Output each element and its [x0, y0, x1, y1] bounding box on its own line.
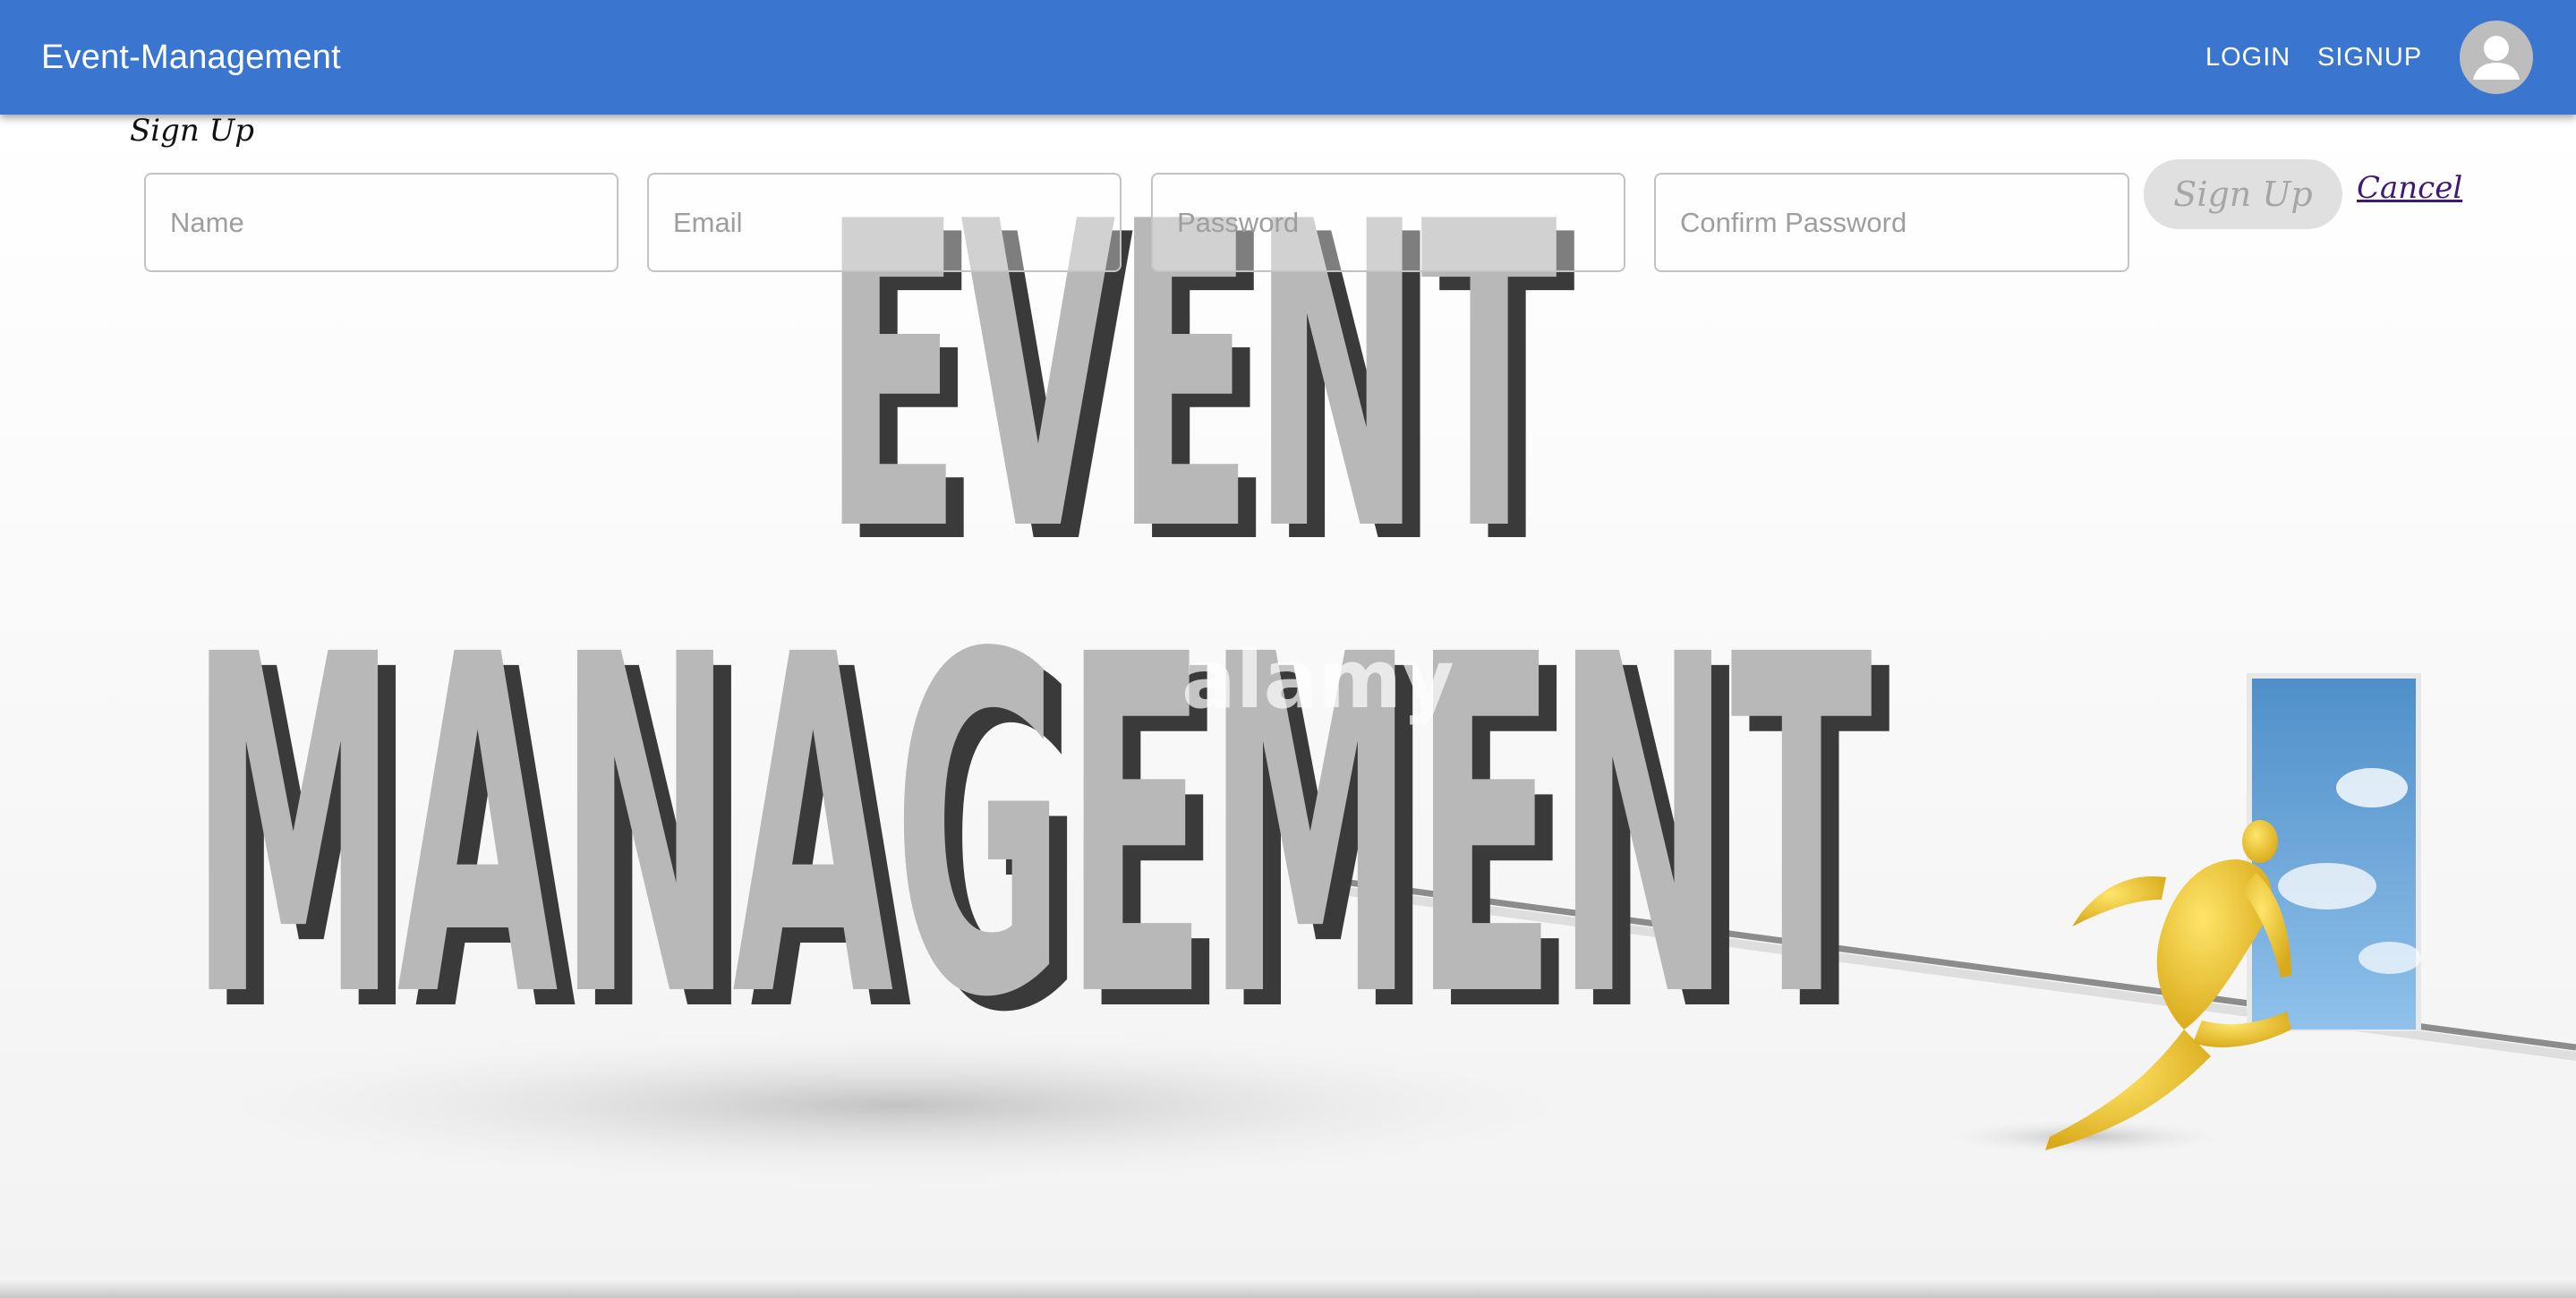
signup-nav-button[interactable]: SIGNUP — [2317, 39, 2422, 75]
name-input[interactable] — [146, 175, 617, 270]
avatar-button[interactable] — [2460, 21, 2533, 94]
password-input[interactable] — [1153, 175, 1624, 270]
headline-line2: MANAGEMENT — [190, 557, 1873, 1099]
app-bar: Event-Management LOGIN SIGNUP — [0, 0, 2576, 115]
name-field — [144, 173, 618, 272]
email-input[interactable] — [649, 175, 1120, 270]
confirm-password-input[interactable] — [1656, 175, 2128, 270]
email-field — [647, 173, 1122, 272]
bottom-edge-shadow — [0, 1280, 2576, 1298]
form-title: Sign Up — [130, 113, 255, 149]
confirm-password-field — [1654, 173, 2129, 272]
background-image: EVENT EVENT MANAGEMENT MANAGEMENT alamy — [0, 115, 2576, 1298]
sign-up-submit-button[interactable]: Sign Up — [2144, 159, 2342, 229]
cancel-link[interactable]: Cancel — [2357, 170, 2462, 206]
watermark-text: alamy — [1181, 633, 1454, 727]
account-circle-icon — [2473, 36, 2520, 80]
password-field — [1151, 173, 1625, 272]
login-button[interactable]: LOGIN — [2205, 39, 2290, 75]
app-title: Event-Management — [41, 38, 341, 76]
